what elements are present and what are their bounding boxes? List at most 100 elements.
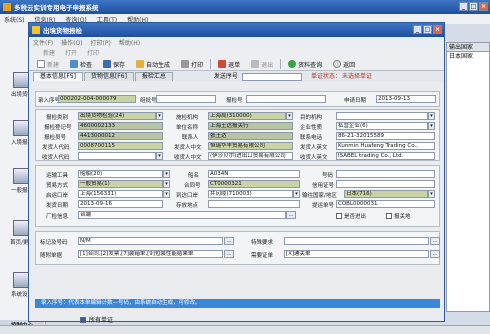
receiver-cn-field[interactable]: (伊莎贝尔)进出口贸易有限公司 xyxy=(208,152,293,160)
dialog-menu-print[interactable]: 打印(P) xyxy=(91,38,111,47)
org-field[interactable]: 上海局(310000) xyxy=(208,112,286,120)
back-button[interactable]: 返回 xyxy=(329,59,359,70)
credit-field[interactable] xyxy=(336,180,435,188)
transport-field[interactable]: 船舶(20) xyxy=(78,170,163,178)
needed-field[interactable]: [X]通关单 xyxy=(284,250,429,258)
sender-en-field[interactable]: Kunmin Huafeng Trading Co., xyxy=(336,142,435,150)
right-list-cell[interactable]: 日本国家 xyxy=(447,52,489,61)
reg-no-field[interactable]: 4600002133 xyxy=(78,122,163,130)
phone-field[interactable]: 86-21-32015589 xyxy=(336,132,435,140)
send-no-field[interactable] xyxy=(241,73,302,81)
insp-category-dropdown[interactable]: ▾ xyxy=(156,112,163,120)
autogen-button[interactable]: 自动生成 xyxy=(132,59,174,70)
storage-field[interactable] xyxy=(208,200,300,208)
dest-country-field[interactable]: 日本(716) xyxy=(344,190,428,198)
mark-field[interactable]: N/M xyxy=(78,237,223,245)
attached-field[interactable]: [1]合同,[2]发票,[7]装箱单,[9]包装性能结果单 xyxy=(78,250,223,258)
storage-label: 存放地点 xyxy=(176,203,199,209)
dialog-restore-button[interactable]: □ xyxy=(423,25,432,34)
tb1-open[interactable]: 打开 xyxy=(65,48,77,57)
dialog-menu-file[interactable]: 文件(F) xyxy=(33,38,53,47)
number-field[interactable] xyxy=(336,170,435,178)
all-docs-checkbox[interactable] xyxy=(80,316,86,323)
enterprise-dropdown[interactable]: ▾ xyxy=(428,122,435,130)
close-button[interactable]: × xyxy=(479,2,488,11)
transit-label: 是否进出 xyxy=(344,214,367,220)
main-title-bar: 多税云实训专用电子申报系统 _ □ × xyxy=(0,0,490,14)
menu-system[interactable]: 系统(S) xyxy=(4,15,25,24)
receiver-code-dropdown[interactable]: ▾ xyxy=(156,152,163,160)
apply-date-field[interactable]: 2013-09-13 xyxy=(376,95,436,103)
contact-field[interactable]: 张王达 xyxy=(208,132,293,140)
exit-port-dropdown[interactable]: ▾ xyxy=(163,190,170,198)
tab-summary[interactable]: 报检汇总 xyxy=(134,72,173,81)
sender-code-field[interactable]: 0008700115 xyxy=(78,142,163,150)
dest-org-field[interactable] xyxy=(336,112,428,120)
ship-name-field[interactable]: A034N xyxy=(208,170,300,178)
receiver-en-field[interactable]: ISABEL trading Co., Ltd. xyxy=(336,152,435,160)
transport-dropdown[interactable]: ▾ xyxy=(163,170,170,178)
new-button[interactable]: 新建 xyxy=(33,59,63,70)
unit-name-label: 单位名称 xyxy=(176,125,199,131)
tab-goods-info[interactable]: 货物信息[F6] xyxy=(83,72,134,81)
print-button[interactable]: 打印 xyxy=(177,59,207,70)
org-label: 施检机构 xyxy=(176,115,199,121)
exit-button[interactable]: 退出 xyxy=(247,59,277,70)
right-list-panel: 输出国家 日本国家 xyxy=(446,42,490,312)
tab-basic-info[interactable]: 基本信息[F5] xyxy=(33,72,83,81)
needed-more-button[interactable]: ... xyxy=(430,250,440,258)
arrive-port-dropdown[interactable]: ▾ xyxy=(293,190,300,198)
arrive-port-field[interactable]: 井冈陵(710003) xyxy=(208,190,293,198)
sender-cn-field[interactable]: 恒瑞华丰贸易有限公司 xyxy=(208,142,293,150)
dialog-menu-help[interactable]: 帮助(H) xyxy=(119,38,140,47)
toolbar-separator-2 xyxy=(280,59,282,69)
mark-more-button[interactable]: ... xyxy=(224,237,234,245)
mark-label: 标记及号码 xyxy=(40,240,68,246)
save-button[interactable]: 保存 xyxy=(99,59,129,70)
maximize-button[interactable]: □ xyxy=(469,2,478,11)
applicant-no-field[interactable]: 4413000012 xyxy=(78,132,163,140)
report-no-field[interactable] xyxy=(246,95,326,103)
org-dropdown[interactable]: ▾ xyxy=(286,112,293,120)
dest-org-dropdown[interactable]: ▾ xyxy=(428,112,435,120)
data-query-button[interactable]: 资料查询 xyxy=(284,59,326,70)
right-list-header[interactable]: 输出国家 xyxy=(447,43,489,52)
enterprise-label: 企业性质 xyxy=(300,125,323,131)
unit-name-field[interactable]: 上海王达报关行 xyxy=(208,122,293,130)
dialog-menu-op[interactable]: 操作(O) xyxy=(61,38,82,47)
minimize-button[interactable]: _ xyxy=(459,2,468,11)
dialog-minimize-button[interactable]: _ xyxy=(413,25,422,34)
consign-checkbox[interactable] xyxy=(386,213,392,219)
dest-country-dropdown[interactable]: ▾ xyxy=(428,190,435,198)
contract-label: 合同号 xyxy=(184,183,201,189)
entry-no-field[interactable]: 000202-004-000079 xyxy=(58,95,136,103)
entry-no-label: 录入序号 xyxy=(38,98,61,104)
special-more-button[interactable]: ... xyxy=(430,237,440,245)
dialog-close-button[interactable]: × xyxy=(433,25,442,34)
exit-port-field[interactable]: 上海(156331) xyxy=(78,190,163,198)
contract-field[interactable]: CT0000321 xyxy=(208,180,300,188)
insp-category-field[interactable]: 出境货物检验(24) xyxy=(78,112,156,120)
attached-more-button[interactable]: ... xyxy=(224,250,234,258)
enterprise-field[interactable]: 私营企业(6) xyxy=(336,122,428,130)
dialog-title: 出境货物报检 xyxy=(43,27,82,35)
tb1-print[interactable]: 打印 xyxy=(87,48,99,57)
return-doc-button[interactable]: 退单 xyxy=(214,59,244,70)
ship-date-field[interactable]: 2013-09-16 xyxy=(78,200,163,208)
org-no-label: 组批号 xyxy=(140,98,157,104)
check-button[interactable]: 检查 xyxy=(66,59,96,70)
factory-field[interactable]: 台端 xyxy=(78,211,286,219)
special-field[interactable] xyxy=(284,237,429,245)
org-no-field[interactable] xyxy=(156,95,216,103)
trade-dropdown[interactable]: ▾ xyxy=(163,180,170,188)
dialog-title-bar: 出境货物报检 _ □ × xyxy=(29,23,444,37)
receiver-code-field[interactable] xyxy=(78,152,156,160)
tb1-new[interactable]: 新建 xyxy=(43,48,55,57)
attached-label: 随附单据 xyxy=(40,253,63,259)
visa-no-field[interactable]: COBL0000031 xyxy=(336,200,435,208)
transit-checkbox[interactable] xyxy=(336,213,342,219)
phone-label: 联系电话 xyxy=(300,135,323,141)
documents-panel: 标记及号码 N/M ... 特殊要求 ... 随附单据 [1]合同,[2]发票,… xyxy=(35,231,440,265)
factory-more-button[interactable]: ... xyxy=(286,211,296,219)
trade-field[interactable]: 一般贸易(1) xyxy=(78,180,163,188)
